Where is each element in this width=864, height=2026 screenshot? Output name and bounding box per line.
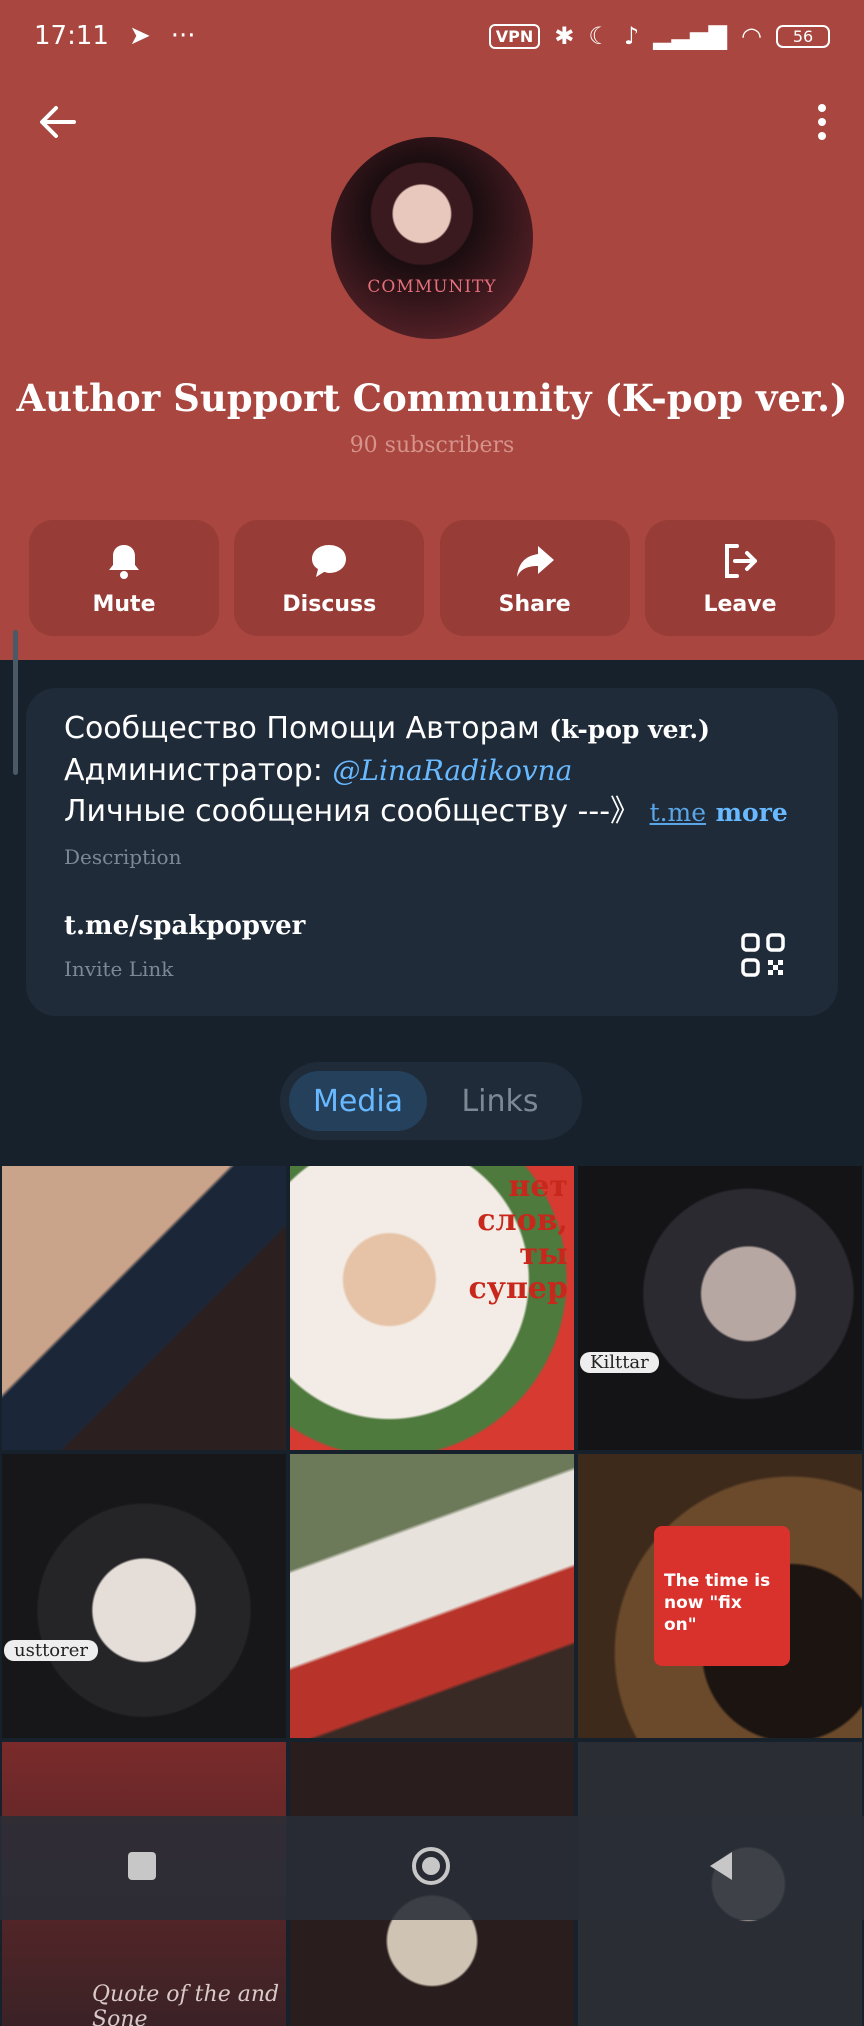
wifi-icon: ◠ <box>741 22 762 50</box>
description-text: Сообщество Помощи Авторам <box>64 711 550 746</box>
admin-mention-link[interactable]: @LinaRadikovna <box>332 754 572 787</box>
recents-square-icon[interactable] <box>126 1850 158 1886</box>
tab-links[interactable]: Links <box>427 1071 573 1131</box>
spotify-card-text: The time is now "fix on" <box>664 1571 771 1635</box>
description-line-3: Личные сообщения сообществу ---》 t.me mo… <box>64 791 800 833</box>
media-tabs: Media Links <box>280 1062 582 1140</box>
invite-link-label: Invite Link <box>64 957 174 981</box>
description-link[interactable]: t.me <box>650 798 707 827</box>
vpn-icon: VPN <box>488 23 541 49</box>
status-bar: 17:11 ➤ ··· VPN ✱ ☾ ♪ ▂▃▅▇ ◠ 56 <box>0 0 864 72</box>
scroll-indicator[interactable] <box>13 630 18 775</box>
action-bar: Mute Discuss Share Leave <box>29 520 835 636</box>
media-thumbnail[interactable] <box>2 1166 286 1450</box>
more-vertical-icon[interactable] <box>808 100 836 144</box>
spotify-card: The time is now "fix on" <box>654 1526 790 1666</box>
subscriber-count: 90 subscribers <box>349 433 515 458</box>
description-dm-text: Личные сообщения сообществу ---》 <box>64 794 650 829</box>
discuss-label: Discuss <box>282 591 377 617</box>
media-thumbnail[interactable]: Kilttar <box>578 1166 862 1450</box>
bluetooth-icon: ✱ <box>554 22 575 50</box>
mute-button[interactable]: Mute <box>29 520 219 636</box>
tab-media[interactable]: Media <box>289 1071 427 1131</box>
share-label: Share <box>498 591 571 617</box>
battery-icon: 56 <box>776 24 830 48</box>
description-admin-label: Администратор: <box>64 753 333 788</box>
mute-bell-icon: ♪ <box>623 22 640 50</box>
description-line-2: Администратор: @LinaRadikovna <box>64 750 800 791</box>
mute-label: Mute <box>92 591 156 617</box>
back-triangle-icon[interactable] <box>704 1849 738 1887</box>
thumbnail-caption: Quote of the and Sone <box>92 1982 280 2026</box>
invite-link[interactable]: t.me/spakpopver <box>64 911 800 941</box>
thumbnail-tag: usttorer <box>4 1640 98 1661</box>
leave-button[interactable]: Leave <box>644 520 835 636</box>
thumbnail-caption: нет слов, ты супер <box>469 1170 569 1306</box>
more-link[interactable]: more <box>716 798 788 827</box>
status-time: 17:11 <box>34 21 109 51</box>
signal-icon: ▂▃▅▇ <box>653 22 728 50</box>
description-kpop: (k-pop ver.) <box>549 715 710 744</box>
share-arrow-icon <box>516 545 554 577</box>
share-button[interactable]: Share <box>439 520 630 636</box>
system-nav-bar <box>0 1816 864 1920</box>
telegram-icon: ➤ <box>128 21 151 51</box>
thumbnail-tag: Kilttar <box>580 1352 659 1373</box>
channel-header: 17:11 ➤ ··· VPN ✱ ☾ ♪ ▂▃▅▇ ◠ 56 COMMUNIT… <box>0 0 864 660</box>
caption-line: слов, <box>477 1203 568 1238</box>
avatar-text: COMMUNITY <box>367 277 497 297</box>
back-arrow-icon[interactable] <box>34 100 84 144</box>
channel-avatar[interactable]: COMMUNITY <box>331 137 533 339</box>
media-thumbnail[interactable] <box>290 1454 574 1738</box>
media-thumbnail[interactable]: The time is now "fix on" <box>578 1454 862 1738</box>
chat-bubble-icon <box>312 544 347 577</box>
leave-label: Leave <box>703 591 777 617</box>
leave-icon <box>724 543 757 578</box>
caption-line: нет <box>508 1169 568 1204</box>
media-thumbnail[interactable]: нет слов, ты супер <box>290 1166 574 1450</box>
description-line-1: Сообщество Помощи Авторам (k-pop ver.) <box>64 708 800 750</box>
info-card: Сообщество Помощи Авторам (k-pop ver.) А… <box>26 688 838 1016</box>
discuss-button[interactable]: Discuss <box>234 520 425 636</box>
caption-line: супер <box>468 1271 569 1306</box>
media-thumbnail[interactable]: usttorer <box>2 1454 286 1738</box>
moon-icon: ☾ <box>588 22 610 50</box>
channel-title: Author Support Community (K-pop ver.) <box>16 376 848 420</box>
status-more: ··· <box>170 21 196 51</box>
bell-icon <box>109 544 139 579</box>
description-label: Description <box>64 845 182 869</box>
home-circle-icon[interactable] <box>411 1846 451 1890</box>
qr-code-icon[interactable] <box>740 932 786 978</box>
caption-line: ты <box>519 1237 568 1272</box>
